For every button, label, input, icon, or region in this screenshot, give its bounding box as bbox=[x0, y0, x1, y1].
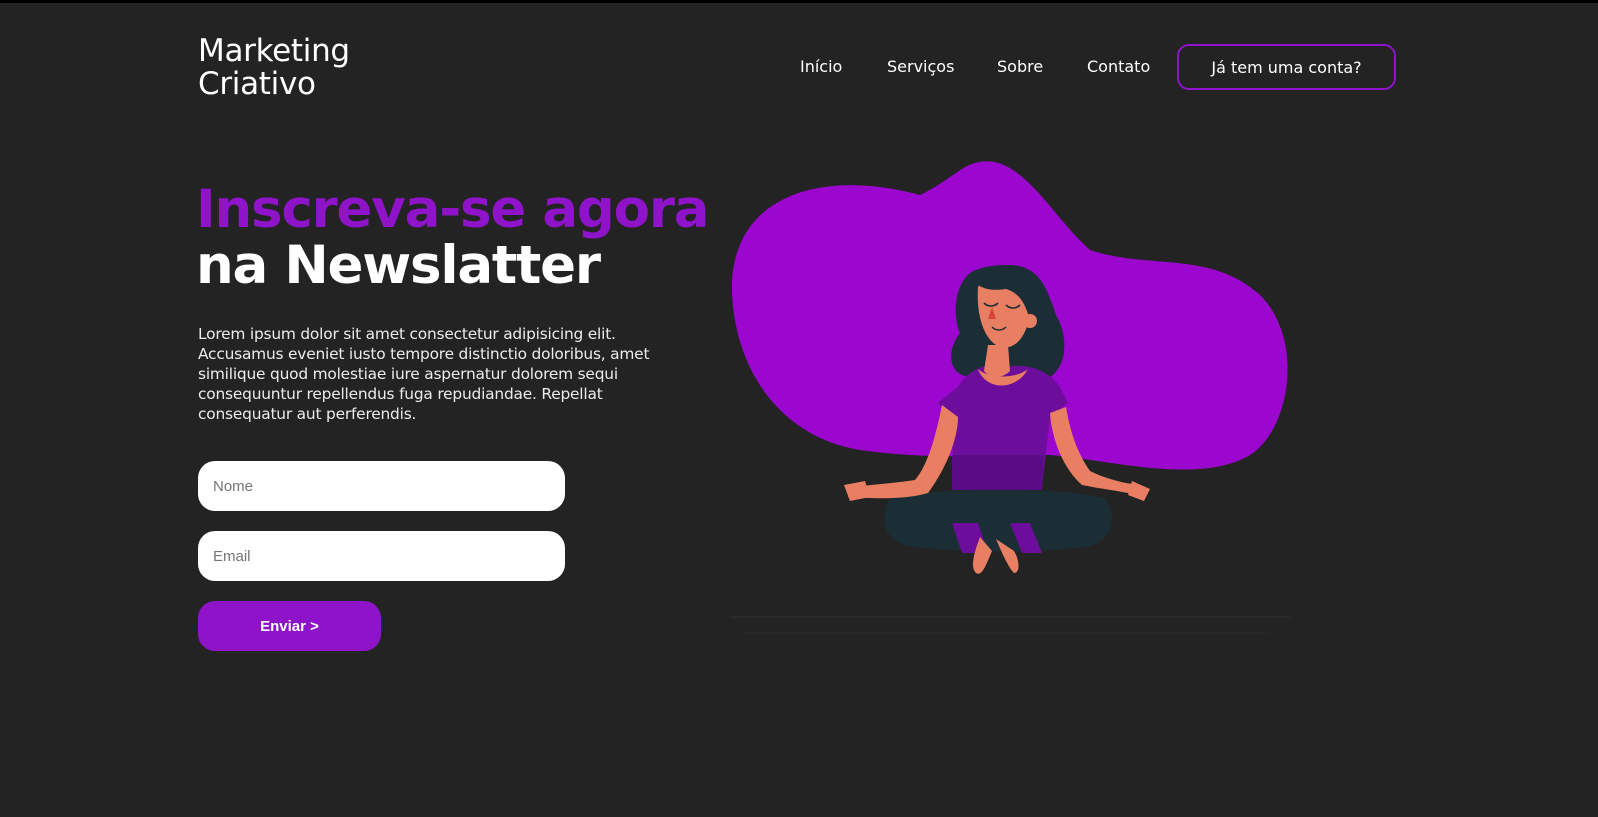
nav-link-inicio[interactable]: Início bbox=[800, 57, 842, 76]
top-border bbox=[0, 0, 1598, 3]
brand-logo[interactable]: Marketing Criativo bbox=[198, 35, 350, 101]
meditating-woman-illustration bbox=[730, 161, 1290, 634]
login-button[interactable]: Já tem uma conta? bbox=[1177, 44, 1396, 90]
hero-description: Lorem ipsum dolor sit amet consectetur a… bbox=[198, 325, 650, 423]
nav-link-sobre[interactable]: Sobre bbox=[997, 57, 1043, 76]
hero-title: Inscreva-se agora na Newslatter bbox=[196, 179, 710, 296]
brand-line-1: Marketing bbox=[198, 33, 350, 69]
email-input[interactable] bbox=[198, 531, 565, 581]
nav-link-servicos[interactable]: Serviços bbox=[887, 57, 954, 76]
hero-title-line-1: Inscreva-se agora bbox=[196, 179, 710, 240]
name-input[interactable] bbox=[198, 461, 565, 511]
nav-link-contato[interactable]: Contato bbox=[1087, 57, 1150, 76]
brand-line-2: Criativo bbox=[198, 66, 316, 102]
hero-title-line-2: na Newslatter bbox=[196, 235, 601, 296]
submit-button[interactable]: Enviar > bbox=[198, 601, 381, 651]
